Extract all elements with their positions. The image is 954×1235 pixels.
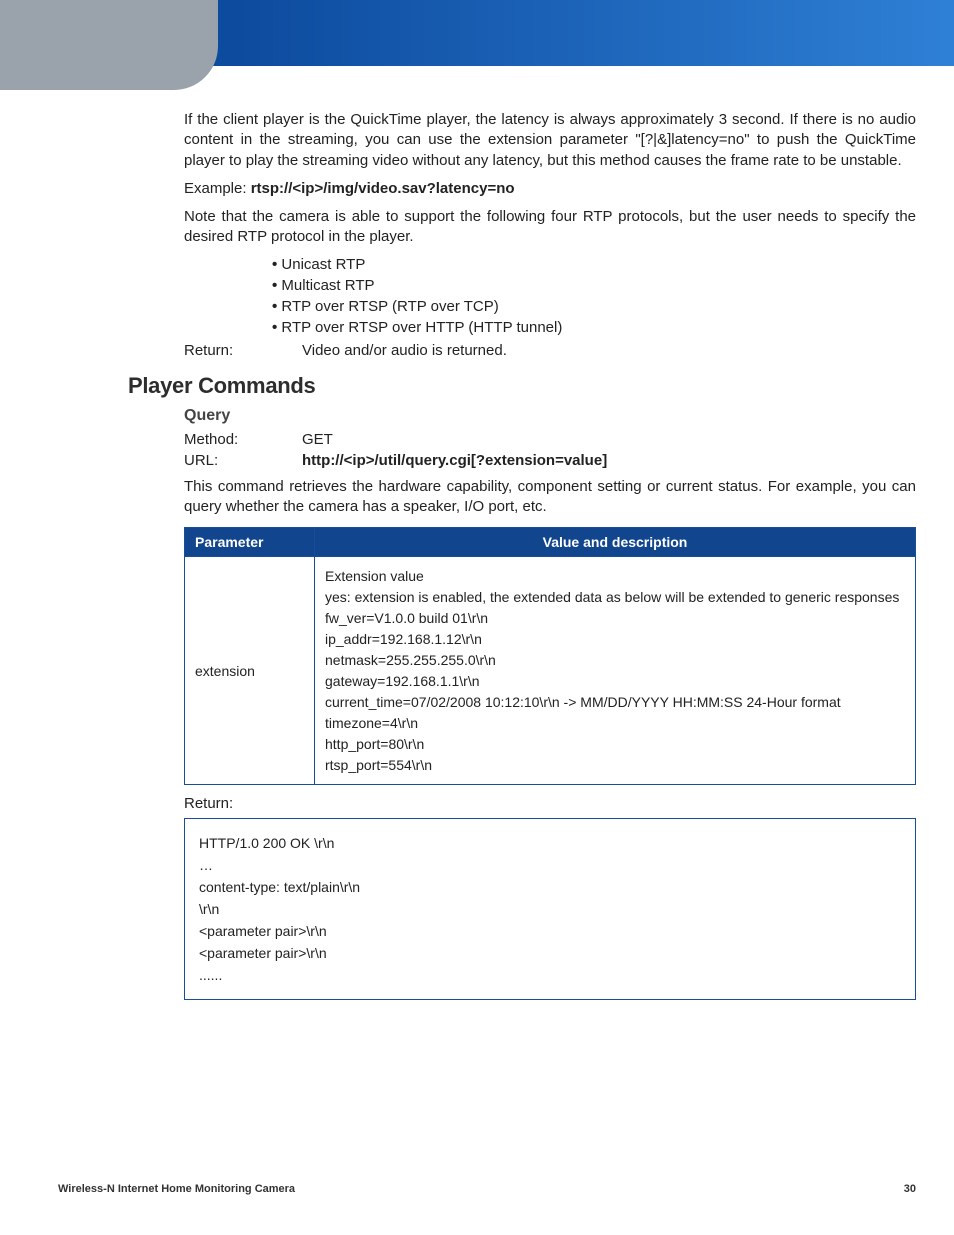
- param-name-cell: extension: [185, 557, 315, 785]
- return-block-label: Return:: [184, 795, 916, 812]
- return-line: content-type: text/plain\r\n: [199, 879, 901, 895]
- command-description: This command retrieves the hardware capa…: [184, 477, 916, 518]
- list-item: RTP over RTSP (RTP over TCP): [272, 298, 916, 315]
- param-value-line: current_time=07/02/2008 10:12:10\r\n -> …: [325, 694, 905, 710]
- return-line: <parameter pair>\r\n: [199, 945, 901, 961]
- method-row: Method: GET: [184, 431, 916, 448]
- footer-product: Wireless-N Internet Home Monitoring Came…: [58, 1183, 295, 1195]
- list-item: RTP over RTSP over HTTP (HTTP tunnel): [272, 319, 916, 336]
- param-value-line: netmask=255.255.255.0\r\n: [325, 652, 905, 668]
- col-header-parameter: Parameter: [185, 528, 315, 557]
- intro-paragraph-1: If the client player is the QuickTime pl…: [184, 110, 916, 171]
- url-label: URL:: [184, 452, 302, 469]
- rtp-list: Unicast RTP Multicast RTP RTP over RTSP …: [184, 256, 916, 336]
- url-value: http://<ip>/util/query.cgi[?extension=va…: [302, 452, 916, 469]
- example-line: Example: rtsp://<ip>/img/video.sav?laten…: [184, 179, 916, 199]
- param-value-line: fw_ver=V1.0.0 build 01\r\n: [325, 610, 905, 626]
- page-footer: Wireless-N Internet Home Monitoring Came…: [58, 1183, 916, 1195]
- header-tab: [0, 0, 218, 90]
- param-value-line: Extension value: [325, 568, 905, 584]
- list-item: Unicast RTP: [272, 256, 916, 273]
- return-line: …: [199, 857, 901, 873]
- param-value-line: rtsp_port=554\r\n: [325, 757, 905, 773]
- example-value: rtsp://<ip>/img/video.sav?latency=no: [251, 180, 515, 197]
- return-line: \r\n: [199, 901, 901, 917]
- section-heading: Player Commands: [128, 373, 916, 399]
- param-value-cell: Extension value yes: extension is enable…: [315, 557, 916, 785]
- param-value-line: timezone=4\r\n: [325, 715, 905, 731]
- return-line: HTTP/1.0 200 OK \r\n: [199, 835, 901, 851]
- param-value-line: ip_addr=192.168.1.12\r\n: [325, 631, 905, 647]
- subsection-heading: Query: [184, 407, 916, 425]
- footer-page-number: 30: [904, 1183, 916, 1195]
- param-value-line: gateway=192.168.1.1\r\n: [325, 673, 905, 689]
- method-value: GET: [302, 431, 916, 448]
- intro-paragraph-2: Note that the camera is able to support …: [184, 207, 916, 248]
- param-value-line: http_port=80\r\n: [325, 736, 905, 752]
- return-row: Return: Video and/or audio is returned.: [184, 342, 916, 359]
- return-line: <parameter pair>\r\n: [199, 923, 901, 939]
- return-value: Video and/or audio is returned.: [302, 342, 916, 359]
- page-content: If the client player is the QuickTime pl…: [0, 110, 954, 1000]
- return-line: ......: [199, 967, 901, 983]
- example-label: Example:: [184, 180, 251, 197]
- parameter-table: Parameter Value and description extensio…: [184, 527, 916, 785]
- param-value-line: yes: extension is enabled, the extended …: [325, 589, 905, 605]
- return-label: Return:: [184, 342, 302, 359]
- return-block: HTTP/1.0 200 OK \r\n … content-type: tex…: [184, 818, 916, 1000]
- col-header-value: Value and description: [315, 528, 916, 557]
- method-label: Method:: [184, 431, 302, 448]
- list-item: Multicast RTP: [272, 277, 916, 294]
- url-row: URL: http://<ip>/util/query.cgi[?extensi…: [184, 452, 916, 469]
